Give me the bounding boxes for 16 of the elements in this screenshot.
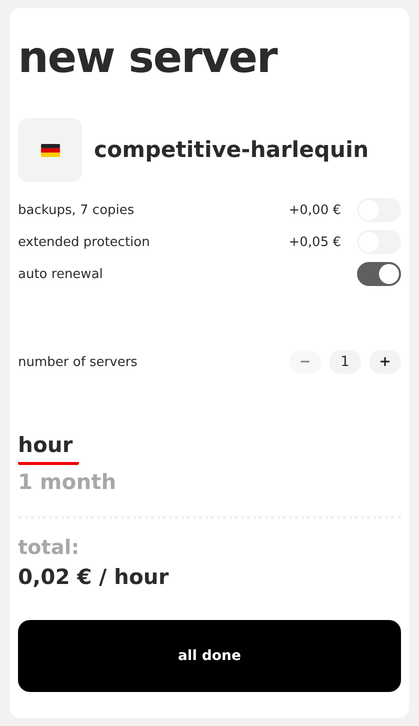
- counter-label: number of servers: [18, 354, 138, 370]
- option-label: extended protection: [18, 234, 151, 250]
- period-option[interactable]: hour: [18, 428, 79, 465]
- count-value: 1: [329, 350, 361, 374]
- option-price: +0,00 €: [288, 202, 341, 218]
- option-price: +0,05 €: [288, 234, 341, 250]
- done-button[interactable]: all done: [18, 620, 401, 692]
- option-label: auto renewal: [18, 266, 104, 282]
- total-value: 0,02 € / hour: [18, 565, 170, 589]
- increment-button[interactable]: +: [369, 350, 401, 374]
- total-label: total:: [18, 535, 80, 559]
- toggle-switch[interactable]: [357, 262, 401, 286]
- option-label: backups, 7 copies: [18, 202, 136, 218]
- server-name: competitive-harlequin: [94, 138, 369, 162]
- flag-icon: [40, 144, 60, 156]
- page-title: new server: [18, 32, 279, 85]
